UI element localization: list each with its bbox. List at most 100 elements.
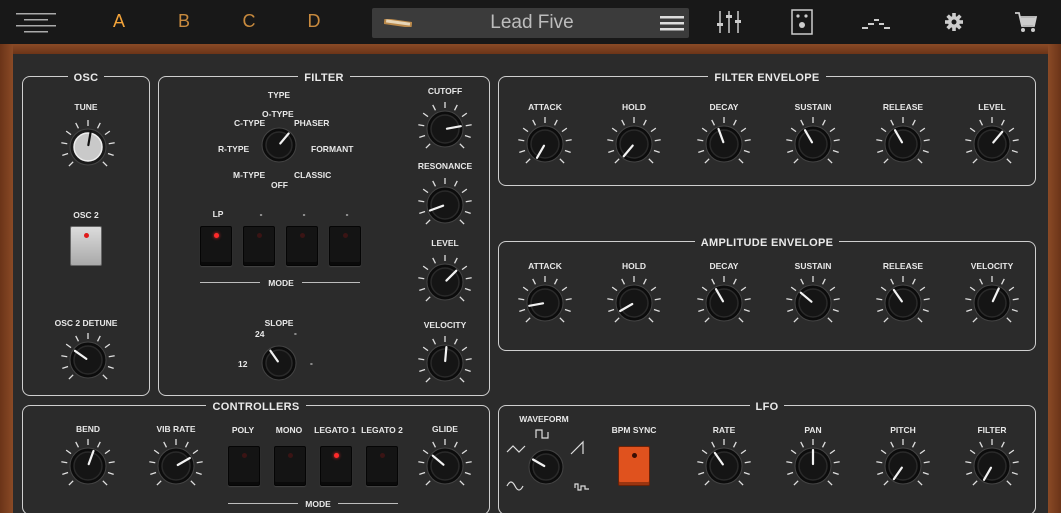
poly-button[interactable] [228, 446, 260, 486]
glide-label: GLIDE [432, 424, 458, 434]
vib-rate-label: VIB RATE [156, 424, 196, 434]
filter-mode-lp-button[interactable] [200, 226, 232, 266]
mode-line-left [200, 282, 260, 283]
amp-env-hold-label: HOLD [621, 261, 647, 271]
filter-mode-3-button[interactable] [286, 226, 318, 266]
legato2-label: LEGATO 2 [361, 425, 403, 435]
tune-knob[interactable] [58, 117, 118, 177]
led [334, 453, 339, 458]
preset-d-tab[interactable]: D [302, 11, 326, 32]
filter-mode-4-label: - [345, 209, 349, 219]
effects-pedal-icon[interactable] [788, 9, 816, 35]
osc2-toggle[interactable] [70, 226, 102, 266]
filter-level-label: LEVEL [431, 238, 459, 248]
type-option-r-type[interactable]: R-TYPE [218, 144, 249, 154]
bend-knob[interactable] [58, 436, 118, 496]
mono-button[interactable] [274, 446, 306, 486]
legato2-button[interactable] [366, 446, 398, 486]
led [242, 453, 247, 458]
osc2-detune-knob[interactable] [58, 330, 118, 390]
filter-env-attack-knob[interactable] [515, 114, 575, 174]
controllers-mode-label: MODE [305, 499, 331, 509]
filter-type-knob[interactable] [253, 119, 305, 171]
lfo-pitch-knob[interactable] [873, 436, 933, 496]
type-option-classic[interactable]: CLASSIC [294, 170, 331, 180]
mixer-sliders-icon[interactable] [715, 9, 743, 35]
filter-level-knob[interactable] [415, 252, 475, 312]
osc2-detune-label: OSC 2 DETUNE [54, 318, 118, 328]
menu-icon[interactable] [16, 9, 56, 35]
ctrl-mode-line-right [338, 503, 398, 504]
filter-envelope-title: FILTER ENVELOPE [708, 72, 826, 84]
preset-name: Lead Five [490, 12, 574, 33]
amp-env-sustain-knob[interactable] [783, 273, 843, 333]
preset-selector[interactable]: Lead Five [372, 8, 689, 38]
filter-velocity-knob[interactable] [415, 333, 475, 393]
led [343, 233, 348, 238]
filter-mode-4-button[interactable] [329, 226, 361, 266]
preset-b-tab[interactable]: B [172, 11, 196, 32]
list-icon[interactable] [659, 13, 685, 33]
lfo-rate-knob[interactable] [694, 436, 754, 496]
filter-env-hold-knob[interactable] [604, 114, 664, 174]
cutoff-knob[interactable] [415, 99, 475, 159]
filter-title: FILTER [298, 72, 350, 84]
wood-trim-top [0, 44, 1061, 54]
osc-title: OSC [67, 72, 105, 84]
filter-env-attack-label: ATTACK [528, 102, 562, 112]
lfo-filter-knob[interactable] [962, 436, 1022, 496]
filter-mode-3-label: - [302, 209, 306, 219]
amp-env-hold-knob[interactable] [604, 273, 664, 333]
vib-rate-knob[interactable] [146, 436, 206, 496]
bpm-sync-button[interactable] [618, 446, 650, 486]
legato1-button[interactable] [320, 446, 352, 486]
tune-label: TUNE [74, 102, 98, 112]
amp-env-sustain-label: SUSTAIN [794, 261, 832, 271]
filter-velocity-label: VELOCITY [423, 320, 467, 330]
amp-env-release-knob[interactable] [873, 273, 933, 333]
poly-label: POLY [231, 425, 255, 435]
controllers-title: CONTROLLERS [206, 401, 306, 413]
type-option-o-type[interactable]: O-TYPE [262, 109, 294, 119]
filter-mode-label: MODE [268, 278, 294, 288]
waveform-knob[interactable] [520, 441, 572, 493]
type-option-formant[interactable]: FORMANT [311, 144, 354, 154]
slope-option-4[interactable]: - [310, 358, 313, 368]
led [214, 233, 219, 238]
preset-a-tab[interactable]: A [107, 11, 131, 32]
ctrl-mode-line-left [228, 503, 298, 504]
filter-env-release-knob[interactable] [873, 114, 933, 174]
slope-option-12[interactable]: 12 [238, 359, 247, 369]
type-option-m-type[interactable]: M-TYPE [233, 170, 265, 180]
type-option-off[interactable]: OFF [271, 180, 288, 190]
led [288, 453, 293, 458]
filter-env-hold-label: HOLD [621, 102, 647, 112]
led [257, 233, 262, 238]
amp-env-decay-knob[interactable] [694, 273, 754, 333]
top-toolbar: A B C D Lead Five [0, 0, 1061, 44]
glide-knob[interactable] [415, 436, 475, 496]
filter-env-level-knob[interactable] [962, 114, 1022, 174]
filter-env-level-label: LEVEL [978, 102, 1006, 112]
slope-label: SLOPE [264, 318, 294, 328]
lfo-pan-knob[interactable] [783, 436, 843, 496]
slope-knob[interactable] [253, 337, 305, 389]
cart-icon[interactable] [1012, 9, 1040, 35]
amp-env-attack-knob[interactable] [515, 273, 575, 333]
filter-envelope-section: FILTER ENVELOPE [498, 72, 1036, 186]
lfo-pitch-label: PITCH [890, 425, 916, 435]
lfo-title: LFO [749, 401, 785, 413]
sequencer-icon[interactable] [862, 9, 890, 35]
gear-icon[interactable] [940, 9, 968, 35]
resonance-label: RESONANCE [417, 161, 473, 171]
filter-env-sustain-knob[interactable] [783, 114, 843, 174]
resonance-knob[interactable] [415, 175, 475, 235]
amp-env-velocity-knob[interactable] [962, 273, 1022, 333]
filter-env-decay-knob[interactable] [694, 114, 754, 174]
bpm-sync-label: BPM SYNC [611, 425, 657, 435]
amp-env-attack-label: ATTACK [528, 261, 562, 271]
amp-env-velocity-label: VELOCITY [970, 261, 1014, 271]
filter-mode-2-button[interactable] [243, 226, 275, 266]
preset-c-tab[interactable]: C [237, 11, 261, 32]
cutoff-label: CUTOFF [427, 86, 463, 96]
